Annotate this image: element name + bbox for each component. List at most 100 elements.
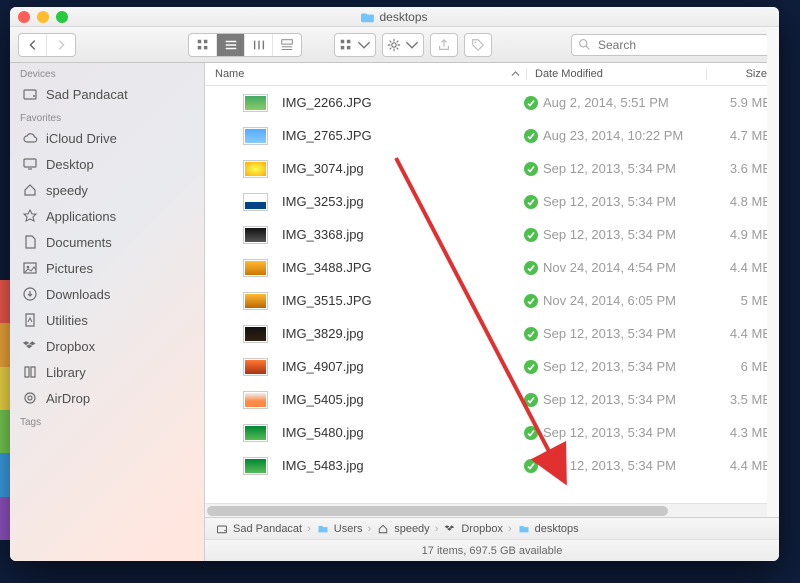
file-date: Sep 12, 2013, 5:34 PM bbox=[543, 425, 723, 440]
sync-status-icon bbox=[519, 194, 543, 210]
path-bar: Sad Pandacat › Users › speedy › Dropbox › deskto… bbox=[205, 517, 779, 539]
sidebar-item-library[interactable]: Library bbox=[10, 359, 204, 385]
horizontal-scrollbar[interactable] bbox=[205, 503, 767, 517]
thumbnail-icon bbox=[243, 325, 268, 343]
column-view-button[interactable] bbox=[245, 34, 273, 56]
path-separator-icon: › bbox=[368, 523, 372, 535]
file-name: IMG_3074.jpg bbox=[282, 161, 519, 176]
sync-status-icon bbox=[519, 95, 543, 111]
gear-icon bbox=[387, 38, 401, 52]
cloud-icon bbox=[22, 130, 38, 146]
coverflow-view-button[interactable] bbox=[273, 34, 301, 56]
file-name: IMG_4907.jpg bbox=[282, 359, 519, 374]
path-item-speedy[interactable]: speedy bbox=[376, 523, 429, 535]
sidebar-item-pictures[interactable]: Pictures bbox=[10, 255, 204, 281]
apps-icon bbox=[22, 208, 38, 224]
sidebar-item-dropbox[interactable]: Dropbox bbox=[10, 333, 204, 359]
utilities-icon bbox=[22, 312, 38, 328]
share-icon bbox=[437, 38, 451, 52]
column-name[interactable]: Name bbox=[205, 68, 527, 80]
thumbnail-icon bbox=[243, 292, 268, 310]
path-item-dropbox[interactable]: Dropbox bbox=[443, 523, 503, 535]
back-button[interactable] bbox=[19, 34, 47, 56]
vertical-scrollbar[interactable] bbox=[767, 63, 779, 517]
thumbnail-icon bbox=[243, 259, 268, 277]
tags-button[interactable] bbox=[464, 33, 492, 57]
path-item-users[interactable]: Users bbox=[316, 523, 363, 535]
column-size[interactable]: Size bbox=[707, 68, 767, 80]
forward-button[interactable] bbox=[47, 34, 75, 56]
file-row[interactable]: IMG_3253.jpgSep 12, 2013, 5:34 PM4.8 MB bbox=[205, 185, 779, 218]
column-date[interactable]: Date Modified bbox=[527, 68, 707, 80]
folder-icon bbox=[316, 523, 330, 535]
share-button[interactable] bbox=[430, 33, 458, 57]
file-date: Sep 12, 2013, 5:34 PM bbox=[543, 359, 723, 374]
file-date: Aug 23, 2014, 10:22 PM bbox=[543, 128, 723, 143]
sync-status-icon bbox=[519, 260, 543, 276]
sidebar-item-sad-pandacat[interactable]: Sad Pandacat bbox=[10, 81, 204, 107]
thumbnail-icon bbox=[243, 424, 268, 442]
file-row[interactable]: IMG_3515.JPGNov 24, 2014, 6:05 PM5 MB bbox=[205, 284, 779, 317]
column-headers: Name Date Modified Size bbox=[205, 63, 779, 86]
folder-icon bbox=[517, 523, 531, 535]
file-row[interactable]: IMG_3368.jpgSep 12, 2013, 5:34 PM4.9 MB bbox=[205, 218, 779, 251]
file-row[interactable]: IMG_5405.jpgSep 12, 2013, 5:34 PM3.5 MB bbox=[205, 383, 779, 416]
file-row[interactable]: IMG_5480.jpgSep 12, 2013, 5:34 PM4.3 MB bbox=[205, 416, 779, 449]
sidebar-item-desktop[interactable]: Desktop bbox=[10, 151, 204, 177]
library-icon bbox=[22, 364, 38, 380]
dropbox-icon bbox=[443, 523, 457, 535]
path-item-desktops[interactable]: desktops bbox=[517, 523, 579, 535]
file-row[interactable]: IMG_2266.JPGAug 2, 2014, 5:51 PM5.9 MB bbox=[205, 86, 779, 119]
desktop-icon bbox=[22, 156, 38, 172]
search-input[interactable] bbox=[596, 37, 764, 53]
sidebar-item-documents[interactable]: Documents bbox=[10, 229, 204, 255]
sync-status-icon bbox=[519, 359, 543, 375]
file-date: Nov 24, 2014, 6:05 PM bbox=[543, 293, 723, 308]
file-row[interactable]: IMG_5483.jpgSep 12, 2013, 5:34 PM4.4 MB bbox=[205, 449, 779, 482]
list-view-button[interactable] bbox=[217, 34, 245, 56]
file-row[interactable]: IMG_3488.JPGNov 24, 2014, 4:54 PM4.4 MB bbox=[205, 251, 779, 284]
thumbnail-icon bbox=[243, 94, 268, 112]
titlebar[interactable]: desktops bbox=[10, 7, 779, 27]
sidebar-item-icloud-drive[interactable]: iCloud Drive bbox=[10, 125, 204, 151]
sidebar-item-airdrop[interactable]: AirDrop bbox=[10, 385, 204, 411]
sidebar-item-downloads[interactable]: Downloads bbox=[10, 281, 204, 307]
icon-view-button[interactable] bbox=[189, 34, 217, 56]
file-list[interactable]: IMG_2266.JPGAug 2, 2014, 5:51 PM5.9 MB IM… bbox=[205, 86, 779, 517]
sidebar-item-label: speedy bbox=[46, 183, 88, 198]
tag-icon bbox=[471, 38, 485, 52]
sidebar-item-speedy[interactable]: speedy bbox=[10, 177, 204, 203]
arrange-button[interactable] bbox=[334, 33, 376, 57]
file-row[interactable]: IMG_3074.jpgSep 12, 2013, 5:34 PM3.6 MB bbox=[205, 152, 779, 185]
sidebar-section-header: Tags bbox=[10, 411, 204, 429]
toolbar bbox=[10, 27, 779, 63]
thumbnail-icon bbox=[243, 457, 268, 475]
path-separator-icon: › bbox=[435, 523, 439, 535]
path-separator-icon: › bbox=[307, 523, 311, 535]
thumbnail-icon bbox=[243, 160, 268, 178]
status-bar: 17 items, 697.5 GB available bbox=[205, 539, 779, 561]
file-name: IMG_3515.JPG bbox=[282, 293, 519, 308]
file-name: IMG_3829.jpg bbox=[282, 326, 519, 341]
file-row[interactable]: IMG_2765.JPGAug 23, 2014, 10:22 PM4.7 MB bbox=[205, 119, 779, 152]
action-button[interactable] bbox=[382, 33, 424, 57]
file-name: IMG_2765.JPG bbox=[282, 128, 519, 143]
thumbnail-icon bbox=[243, 193, 268, 211]
path-separator-icon: › bbox=[508, 523, 512, 535]
sidebar-section-header: Favorites bbox=[10, 107, 204, 125]
sync-status-icon bbox=[519, 161, 543, 177]
sidebar-item-utilities[interactable]: Utilities bbox=[10, 307, 204, 333]
file-row[interactable]: IMG_4907.jpgSep 12, 2013, 5:34 PM6 MB bbox=[205, 350, 779, 383]
thumbnail-icon bbox=[243, 358, 268, 376]
sidebar-item-applications[interactable]: Applications bbox=[10, 203, 204, 229]
sidebar-section-header: Devices bbox=[10, 63, 204, 81]
file-row[interactable]: IMG_3829.jpgSep 12, 2013, 5:34 PM4.4 MB bbox=[205, 317, 779, 350]
file-date: Aug 2, 2014, 5:51 PM bbox=[543, 95, 723, 110]
path-item-sad-pandacat[interactable]: Sad Pandacat bbox=[215, 523, 302, 535]
sync-status-icon bbox=[519, 326, 543, 342]
folder-icon bbox=[361, 11, 375, 23]
file-date: Sep 12, 2013, 5:34 PM bbox=[543, 392, 723, 407]
view-buttons bbox=[188, 33, 302, 57]
search-field[interactable] bbox=[571, 34, 771, 56]
sidebar: DevicesSad PandacatFavoritesiCloud Drive… bbox=[10, 63, 205, 561]
